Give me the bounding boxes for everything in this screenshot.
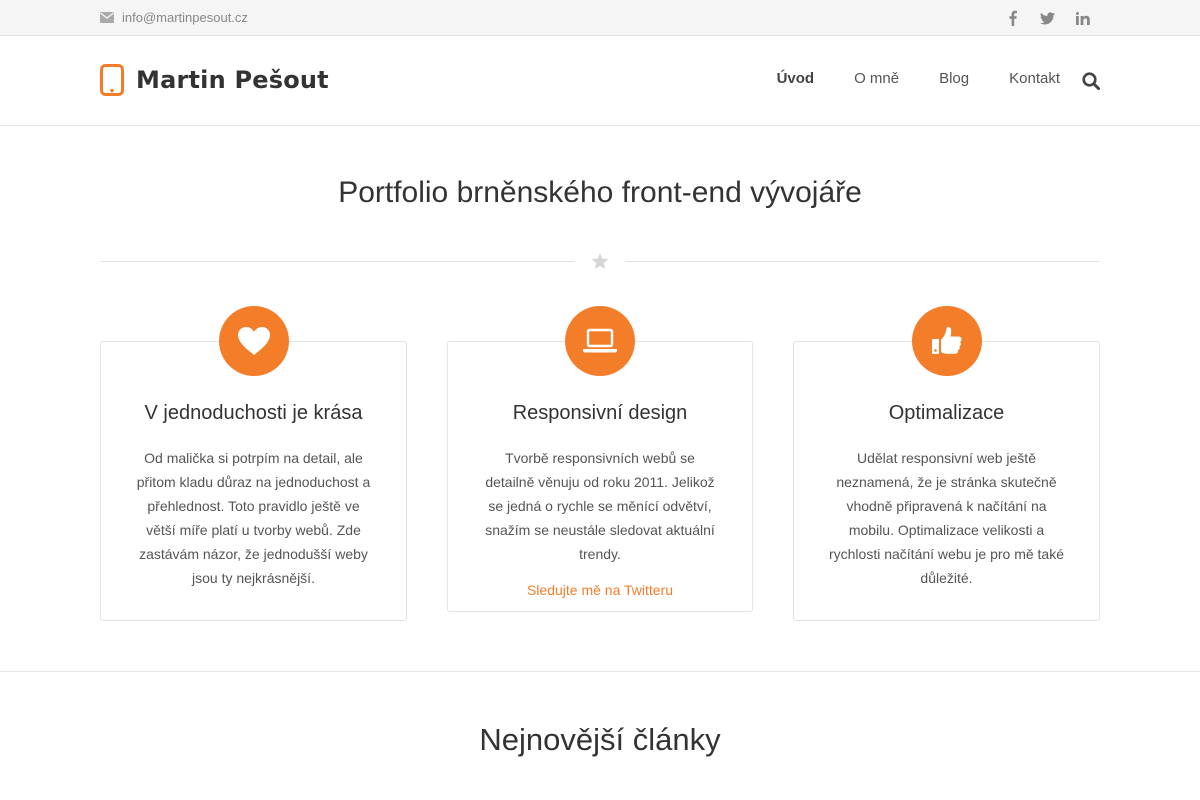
email-text: info@martinpesout.cz	[122, 10, 248, 25]
feature-icon-circle	[218, 306, 289, 376]
page-title: Portfolio brněnského front-end vývojáře	[338, 176, 862, 209]
mobile-phone-icon	[100, 64, 124, 96]
site-header: Martin Pešout Úvod O mně Blog Kontakt	[0, 36, 1200, 126]
feature-title: V jednoduchosti je krása	[144, 402, 363, 424]
heart-icon	[237, 327, 270, 355]
facebook-icon	[1008, 10, 1017, 26]
site-logo[interactable]: Martin Pešout	[100, 64, 329, 96]
top-bar: info@martinpesout.cz	[0, 0, 1200, 36]
feature-card-responsive: Responsivní design Tvorbě responsivních …	[447, 306, 753, 612]
logo-text: Martin Pešout	[136, 66, 329, 94]
feature-text: Od malička si potrpím na detail, ale při…	[136, 450, 371, 586]
feature-title: Optimalizace	[888, 402, 1005, 424]
social-links	[995, 8, 1100, 28]
search-icon	[1082, 72, 1100, 90]
feature-text: Tvorbě responsivních webů se detailně vě…	[485, 450, 715, 562]
section-divider	[100, 253, 1100, 271]
feature-icon-circle	[565, 306, 635, 376]
nav-item-kontakt[interactable]: Kontakt	[1009, 70, 1060, 87]
twitter-icon	[1040, 11, 1055, 24]
feature-text: Udělat responsivní web ještě neznamená, …	[828, 450, 1064, 586]
divider-line-right	[625, 261, 1100, 262]
twitter-link[interactable]	[1030, 8, 1065, 28]
facebook-link[interactable]	[995, 8, 1030, 28]
nav-item-o-mne[interactable]: O mně	[854, 70, 899, 87]
search-button[interactable]	[1082, 72, 1100, 95]
nav-item-uvod[interactable]: Úvod	[777, 70, 815, 87]
nav-item-blog[interactable]: Blog	[939, 70, 969, 87]
feature-icon-circle	[911, 306, 982, 376]
feature-title: Responsivní design	[512, 402, 688, 424]
articles-section-title: Nejnovější články	[479, 722, 721, 757]
laptop-icon	[583, 328, 617, 353]
feature-card-simplicity: V jednoduchosti je krása Od malička si p…	[100, 306, 407, 621]
divider-line-left	[100, 261, 575, 262]
section-separator	[0, 671, 1200, 672]
twitter-follow-link[interactable]: Sledujte mě na Twitteru	[448, 582, 752, 598]
linkedin-link[interactable]	[1065, 8, 1100, 28]
thumbs-up-icon	[931, 326, 962, 354]
linkedin-icon	[1075, 11, 1090, 25]
main-nav: Úvod O mně Blog Kontakt	[737, 70, 1060, 87]
star-icon	[591, 253, 609, 269]
envelope-icon	[100, 12, 114, 23]
contact-email[interactable]: info@martinpesout.cz	[100, 10, 248, 25]
feature-card-optimization: Optimalizace Udělat responsivní web ješt…	[793, 306, 1100, 621]
